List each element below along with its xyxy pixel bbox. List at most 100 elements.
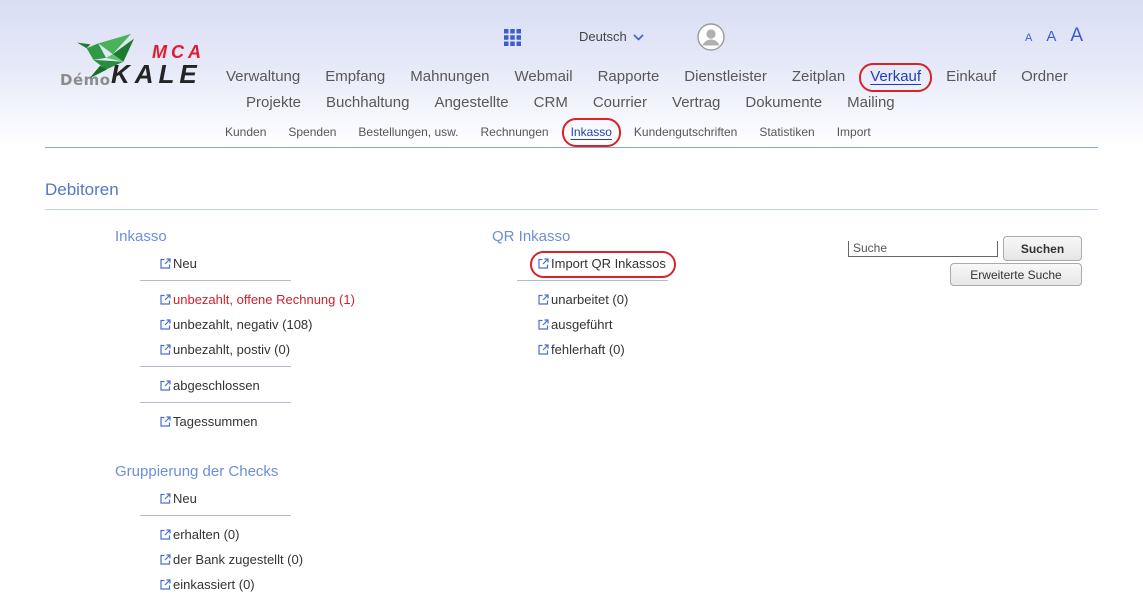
link-label: Neu	[173, 491, 197, 506]
qr-inkasso-link-list: Import QR Inkassos unarbeitet (0) ausgef…	[517, 251, 676, 362]
nav-projekte[interactable]: Projekte	[246, 94, 301, 112]
chevron-down-icon	[633, 33, 644, 41]
link-inkasso-neu[interactable]: Neu	[140, 251, 291, 276]
link-erhalten[interactable]: erhalten (0)	[140, 522, 291, 547]
subnav-kunden[interactable]: Kunden	[225, 125, 266, 139]
advanced-search-button[interactable]: Erweiterte Suche	[950, 263, 1082, 286]
link-checks-neu[interactable]: Neu	[140, 486, 291, 511]
link-ausgefuehrt[interactable]: ausgeführt	[517, 312, 668, 337]
subnav-import[interactable]: Import	[837, 125, 871, 139]
subnav-bestellungen[interactable]: Bestellungen, usw.	[358, 125, 458, 139]
nav-dokumente[interactable]: Dokumente	[745, 94, 822, 112]
nav-empfang[interactable]: Empfang	[325, 68, 385, 86]
nav-angestellte[interactable]: Angestellte	[434, 94, 508, 112]
section-heading-qr-inkasso: QR Inkasso	[492, 228, 571, 245]
nav-crm[interactable]: CRM	[534, 94, 568, 112]
font-size-small-button[interactable]: A	[1025, 28, 1032, 48]
external-link-icon	[538, 258, 549, 269]
header-divider	[45, 147, 1098, 148]
link-label: fehlerhaft (0)	[551, 342, 625, 357]
nav-webmail[interactable]: Webmail	[515, 68, 573, 86]
external-link-icon	[160, 344, 171, 355]
grid-icon[interactable]	[504, 29, 521, 46]
external-link-icon	[160, 554, 171, 565]
nav-einkauf[interactable]: Einkauf	[946, 68, 996, 86]
page-title: Debitoren	[45, 180, 119, 199]
separator	[140, 515, 291, 516]
nav-mahnungen[interactable]: Mahnungen	[410, 68, 489, 86]
font-size-medium-button[interactable]: A	[1046, 27, 1056, 47]
link-label: unbezahlt, offene Rechnung (1)	[173, 292, 355, 307]
annotated-link: Import QR Inkassos	[530, 251, 676, 278]
link-unbezahlt-offene-rechnung[interactable]: unbezahlt, offene Rechnung (1)	[140, 287, 355, 312]
external-link-icon	[160, 579, 171, 590]
link-tagessummen[interactable]: Tagessummen	[140, 409, 291, 434]
nav-vertrag[interactable]: Vertrag	[672, 94, 720, 112]
font-size-controls: A A A	[1025, 26, 1083, 48]
link-label: Tagessummen	[173, 414, 258, 429]
nav-verkauf-label: Verkauf	[870, 68, 922, 85]
link-abgeschlossen[interactable]: abgeschlossen	[140, 373, 291, 398]
external-link-icon	[160, 294, 171, 305]
language-selector[interactable]: Deutsch	[579, 29, 644, 45]
search-input[interactable]	[848, 241, 998, 257]
external-link-icon	[160, 416, 171, 427]
section-heading-inkasso: Inkasso	[115, 228, 167, 245]
link-label: abgeschlossen	[173, 378, 260, 393]
nav-courrier[interactable]: Courrier	[593, 94, 647, 112]
main-nav-row-2: Projekte Buchhaltung Angestellte CRM Cou…	[246, 94, 895, 112]
link-unbezahlt-negativ[interactable]: unbezahlt, negativ (108)	[140, 312, 312, 337]
external-link-icon	[538, 319, 549, 330]
title-divider	[45, 209, 1098, 210]
nav-verwaltung[interactable]: Verwaltung	[226, 68, 300, 86]
link-unarbeitet[interactable]: unarbeitet (0)	[517, 287, 668, 312]
inkasso-link-list: Neu unbezahlt, offene Rechnung (1) unbez…	[140, 251, 355, 434]
link-label: der Bank zugestellt (0)	[173, 552, 304, 567]
separator	[140, 280, 291, 281]
subnav-rechnungen[interactable]: Rechnungen	[481, 125, 549, 139]
separator	[517, 280, 668, 281]
font-size-large-button[interactable]: A	[1070, 26, 1083, 46]
link-fehlerhaft[interactable]: fehlerhaft (0)	[517, 337, 668, 362]
link-label: ausgeführt	[551, 317, 613, 332]
link-label: einkassiert (0)	[173, 577, 255, 592]
logo-mca: MCA	[152, 42, 205, 62]
logo[interactable]: Démo KALE MCA	[0, 0, 220, 100]
link-bank-zugestellt[interactable]: der Bank zugestellt (0)	[140, 547, 303, 572]
link-import-qr-inkassos[interactable]: Import QR Inkassos	[517, 251, 676, 278]
subnav-spenden[interactable]: Spenden	[288, 125, 336, 139]
checks-link-list: Neu erhalten (0) der Bank zugestellt (0)…	[140, 486, 303, 597]
external-link-icon	[160, 258, 171, 269]
external-link-icon	[538, 294, 549, 305]
nav-verkauf[interactable]: Verkauf	[859, 63, 933, 92]
nav-mailing[interactable]: Mailing	[847, 94, 895, 112]
nav-buchhaltung[interactable]: Buchhaltung	[326, 94, 409, 112]
link-label: unarbeitet (0)	[551, 292, 629, 307]
external-link-icon	[160, 493, 171, 504]
subnav-statistiken[interactable]: Statistiken	[759, 125, 814, 139]
search-button[interactable]: Suchen	[1003, 236, 1082, 261]
subnav-kundengutschriften[interactable]: Kundengutschriften	[634, 125, 737, 139]
nav-dienstleister[interactable]: Dienstleister	[684, 68, 767, 86]
subnav-inkasso[interactable]: Inkasso	[561, 118, 621, 147]
section-heading-checks: Gruppierung der Checks	[115, 463, 279, 480]
external-link-icon	[160, 319, 171, 330]
link-label: unbezahlt, postiv (0)	[173, 342, 291, 357]
sub-nav: Kunden Spenden Bestellungen, usw. Rechnu…	[225, 118, 871, 147]
separator	[140, 402, 291, 403]
link-unbezahlt-postiv[interactable]: unbezahlt, postiv (0)	[140, 337, 291, 362]
subnav-inkasso-label: Inkasso	[570, 125, 612, 139]
link-label: Neu	[173, 256, 197, 271]
external-link-icon	[160, 529, 171, 540]
link-label: erhalten (0)	[173, 527, 240, 542]
nav-rapporte[interactable]: Rapporte	[598, 68, 660, 86]
external-link-icon	[538, 344, 549, 355]
app-header: Démo KALE MCA Deutsch A A A Verwaltung E…	[0, 0, 1143, 148]
origami-bird-icon	[77, 33, 135, 79]
nav-ordner[interactable]: Ordner	[1021, 68, 1068, 86]
link-label: unbezahlt, negativ (108)	[173, 317, 313, 332]
link-einkassiert[interactable]: einkassiert (0)	[140, 572, 291, 597]
nav-zeitplan[interactable]: Zeitplan	[792, 68, 845, 86]
main-nav-row-1: Verwaltung Empfang Mahnungen Webmail Rap…	[226, 63, 1068, 92]
user-avatar-icon[interactable]	[697, 23, 725, 51]
